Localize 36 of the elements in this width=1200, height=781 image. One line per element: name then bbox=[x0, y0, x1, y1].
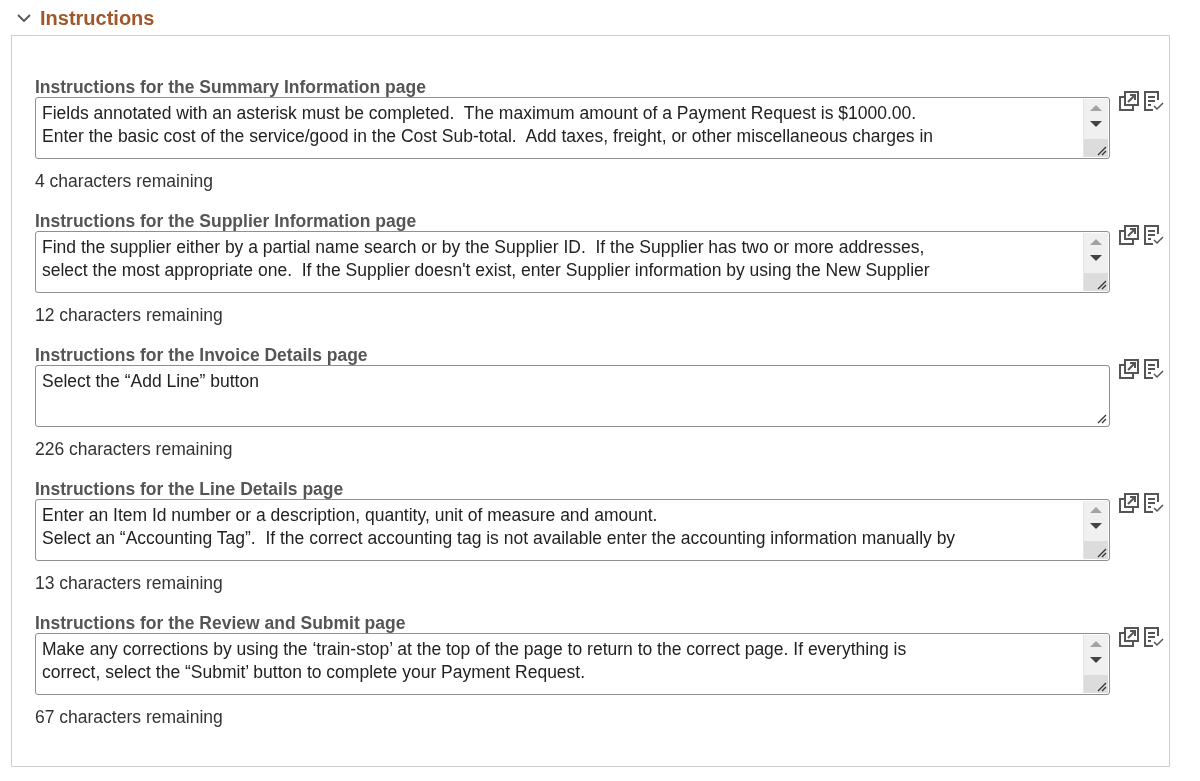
expand-icon[interactable] bbox=[1118, 626, 1140, 648]
scrollbar[interactable] bbox=[1083, 635, 1108, 693]
resize-grip-icon[interactable] bbox=[1095, 680, 1107, 692]
expand-icon[interactable] bbox=[1118, 358, 1140, 380]
scrollbar[interactable] bbox=[1083, 233, 1108, 291]
resize-grip-icon[interactable] bbox=[1095, 144, 1107, 156]
chevron-icon[interactable] bbox=[16, 13, 32, 23]
field-label: Instructions for the Supplier Information page bbox=[35, 211, 418, 231]
characters-remaining: 13 characters remaining bbox=[35, 573, 224, 593]
expand-icon[interactable] bbox=[1118, 90, 1140, 112]
expand-icon[interactable] bbox=[1118, 492, 1140, 514]
spell-check-icon[interactable] bbox=[1142, 492, 1164, 514]
text-area[interactable]: Fields annotated with an asterisk must be completed. The maximum amount of a Payment Request is $1000.00. Enter the basic cost of the service/good in the Cost Sub-total. Add taxes, freight, or other miscellaneous charges in bbox=[35, 97, 1110, 159]
spell-check-icon[interactable] bbox=[1142, 626, 1164, 648]
field-label: Instructions for the Invoice Details page bbox=[35, 345, 369, 365]
text-area[interactable]: Find the supplier either by a partial name search or by the Supplier ID. If the Supplier has two or more addresses, select the most appropriate one. If the Supplier doesn't exist, enter Supplier information by using the New Supplier bbox=[35, 231, 1110, 293]
characters-remaining: 12 characters remaining bbox=[35, 305, 224, 325]
resize-grip-icon[interactable] bbox=[1095, 278, 1107, 290]
field-label: Instructions for the Line Details page bbox=[35, 479, 345, 499]
scrollbar[interactable] bbox=[1083, 99, 1108, 157]
text-area[interactable]: Make any corrections by using the ‘train-stop’ at the top of the page to return to the correct page. If everything is correct, select the “Submit’ button to complete your Payment Request. bbox=[35, 633, 1110, 695]
resize-grip-icon[interactable] bbox=[1095, 546, 1107, 558]
section-title: Instructions bbox=[40, 6, 155, 30]
characters-remaining: 4 characters remaining bbox=[35, 171, 214, 191]
spell-check-icon[interactable] bbox=[1142, 224, 1164, 246]
resize-grip-icon[interactable] bbox=[1095, 412, 1107, 424]
spell-check-icon[interactable] bbox=[1142, 90, 1164, 112]
text-area[interactable]: Select the “Add Line” button bbox=[35, 365, 1110, 427]
spell-check-icon[interactable] bbox=[1142, 358, 1164, 380]
expand-icon[interactable] bbox=[1118, 224, 1140, 246]
characters-remaining: 67 characters remaining bbox=[35, 707, 224, 727]
scrollbar[interactable] bbox=[1083, 501, 1108, 559]
characters-remaining: 226 characters remaining bbox=[35, 439, 234, 459]
text-area[interactable]: Enter an Item Id number or a description, quantity, unit of measure and amount. Select an “Accounting Tag”. If the correct accounting tag is not available enter the accounting information manually by bbox=[35, 499, 1110, 561]
field-label: Instructions for the Review and Submit page bbox=[35, 613, 407, 633]
field-label: Instructions for the Summary Information page bbox=[35, 77, 427, 97]
